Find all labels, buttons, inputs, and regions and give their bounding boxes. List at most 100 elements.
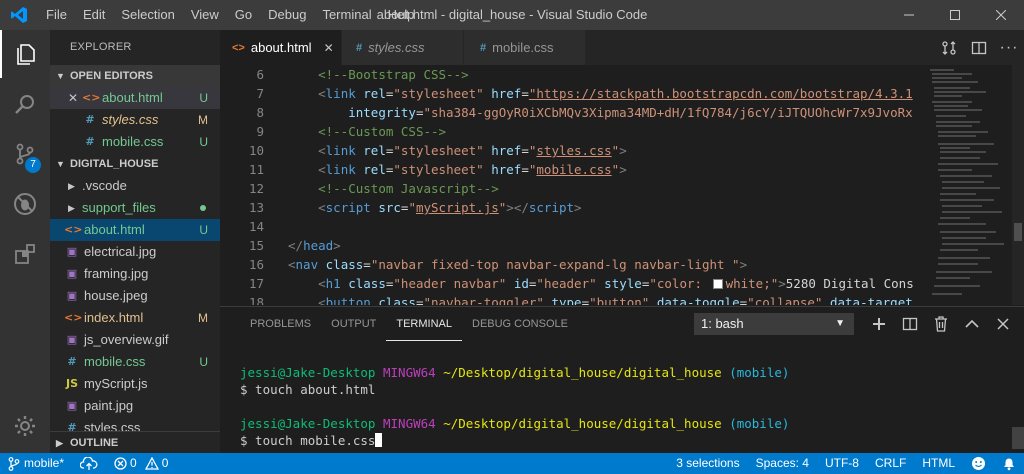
tab-styles-css[interactable]: # styles.css [342, 30, 464, 65]
tab-problems[interactable]: PROBLEMS [240, 307, 321, 341]
tab-terminal[interactable]: TERMINAL [386, 307, 462, 341]
debug-activity[interactable] [0, 180, 50, 228]
manage-activity[interactable] [0, 402, 50, 450]
open-editor-item[interactable]: # mobile.css U [50, 131, 220, 153]
tree-item-house[interactable]: ▣ house.jpeg [50, 285, 220, 307]
menu-debug[interactable]: Debug [260, 0, 314, 30]
color-swatch-icon[interactable] [712, 279, 723, 289]
line-number: 16 [248, 257, 264, 272]
tree-item-support-files[interactable]: ▶ support_files [50, 197, 220, 219]
open-editor-item[interactable]: # styles.css M [50, 109, 220, 131]
close-icon[interactable]: ✕ [324, 41, 334, 55]
script-src[interactable]: myScript.js [416, 200, 499, 215]
menu-edit[interactable]: Edit [75, 0, 113, 30]
minimap[interactable] [928, 65, 1012, 305]
tree-item-about-html[interactable]: <> about.html U [50, 219, 220, 241]
indentation-status[interactable]: Spaces: 4 [748, 453, 817, 474]
folder-header[interactable]: ▼ DIGITAL_HOUSE [50, 153, 220, 175]
terminal-scrollbar[interactable] [1012, 427, 1024, 449]
split-terminal-button[interactable] [894, 307, 925, 341]
tree-item-label: electrical.jpg [84, 244, 157, 259]
language-status[interactable]: HTML [914, 453, 963, 474]
tab-about-html[interactable]: <> about.html ✕ [220, 30, 342, 65]
tree-item-js-overview[interactable]: ▣ js_overview.gif [50, 329, 220, 351]
menu-bar: File Edit Selection View Go Debug Termin… [38, 0, 422, 30]
tree-item-electrical[interactable]: ▣ electrical.jpg [50, 241, 220, 263]
close-icon[interactable]: ✕ [68, 87, 82, 109]
scrollbar-thumb[interactable] [1014, 223, 1022, 241]
sync-button[interactable] [72, 453, 106, 474]
tree-item-label: .vscode [82, 178, 127, 193]
tree-item-label: js_overview.gif [84, 332, 169, 347]
minimize-button[interactable] [886, 0, 932, 30]
close-panel-button[interactable] [987, 307, 1018, 341]
close-icon [996, 318, 1009, 330]
terminal-command-line: $ touch mobile.css [240, 432, 1000, 449]
tree-item-myscript[interactable]: JS myScript.js [50, 373, 220, 395]
link-href[interactable]: "https://stackpath.bootstrapcdn.com/boot… [529, 86, 913, 101]
maximize-button[interactable] [932, 0, 978, 30]
tab-mobile-css[interactable]: # mobile.css [464, 30, 586, 65]
menu-view[interactable]: View [183, 0, 227, 30]
open-changes-button[interactable] [934, 30, 964, 65]
tree-item-mobile-css[interactable]: # mobile.css U [50, 351, 220, 373]
code-editor[interactable]: 6 7 8 9 10 11 12 13 14 15 16 17 18 <!--B… [220, 65, 1024, 305]
problems-status[interactable]: 0 0 [106, 453, 176, 474]
image-file-icon: ▣ [66, 399, 78, 412]
maximize-panel-button[interactable] [956, 307, 987, 341]
open-editor-item[interactable]: ✕ <> about.html U [50, 87, 220, 109]
prompt-system: MINGW64 [383, 365, 436, 380]
tree-item-vscode[interactable]: ▶ .vscode [50, 175, 220, 197]
prompt-user: jessi@Jake-Desktop [240, 365, 376, 380]
editor-tabs: <> about.html ✕ # styles.css # mobile.cs… [220, 30, 1024, 65]
link-href[interactable]: mobile.css [536, 162, 611, 177]
split-editor-button[interactable] [964, 30, 994, 65]
encoding-status[interactable]: UTF-8 [817, 453, 867, 474]
status-bar: mobile* 0 0 3 selections Spaces: 4 UTF-8… [0, 453, 1024, 474]
tab-label: styles.css [368, 40, 425, 55]
terminal-prompt: jessi@Jake-Desktop MINGW64 ~/Desktop/dig… [240, 364, 1000, 381]
explorer-activity[interactable] [0, 30, 50, 78]
selection-status[interactable]: 3 selections [668, 453, 747, 474]
menu-selection[interactable]: Selection [113, 0, 182, 30]
ellipsis-icon: ··· [999, 38, 1019, 56]
git-status: U [199, 355, 208, 369]
prompt-branch: (mobile) [729, 416, 790, 431]
editor-scrollbar[interactable] [1012, 65, 1024, 305]
feedback-button[interactable] [963, 453, 994, 474]
files-icon [17, 44, 35, 65]
branch-status[interactable]: mobile* [0, 453, 72, 474]
terminal-select[interactable]: 1: bash ▼ [694, 313, 854, 335]
tree-item-index-html[interactable]: <> index.html M [50, 307, 220, 329]
button-type: "button" [589, 295, 650, 305]
tab-output[interactable]: OUTPUT [321, 307, 386, 341]
plus-icon [872, 318, 885, 330]
more-actions-button[interactable]: ··· [994, 30, 1024, 65]
outline-header[interactable]: ▶ OUTLINE [50, 431, 220, 453]
tab-debug-console[interactable]: DEBUG CONSOLE [462, 307, 578, 341]
eol-status[interactable]: CRLF [867, 453, 914, 474]
source-control-activity[interactable]: 7 [0, 130, 50, 178]
kill-terminal-button[interactable] [925, 307, 956, 341]
search-activity[interactable] [0, 80, 50, 128]
h1-text: 5280 Digital Cons [785, 276, 914, 291]
tree-item-framing[interactable]: ▣ framing.jpg [50, 263, 220, 285]
menu-help[interactable]: Help [380, 0, 423, 30]
h1-id: "header" [536, 276, 597, 291]
code-line: <link rel="stylesheet" href="https://sta… [318, 86, 913, 101]
open-editors-header[interactable]: ▼ OPEN EDITORS [50, 65, 220, 87]
menu-file[interactable]: File [38, 0, 75, 30]
notifications-button[interactable] [994, 453, 1024, 474]
git-status: U [199, 91, 208, 105]
menu-terminal[interactable]: Terminal [314, 0, 379, 30]
tree-item-paint[interactable]: ▣ paint.jpg [50, 395, 220, 417]
link-href[interactable]: styles.css [536, 143, 611, 158]
close-window-button[interactable] [978, 0, 1024, 30]
h1-class: "header navbar" [393, 276, 507, 291]
css-file-icon: # [67, 355, 77, 368]
menu-go[interactable]: Go [227, 0, 260, 30]
button-target-attr: data-target [829, 295, 913, 305]
terminal-output[interactable]: jessi@Jake-Desktop MINGW64 ~/Desktop/dig… [240, 364, 1000, 449]
new-terminal-button[interactable] [863, 307, 894, 341]
extensions-activity[interactable] [0, 230, 50, 278]
